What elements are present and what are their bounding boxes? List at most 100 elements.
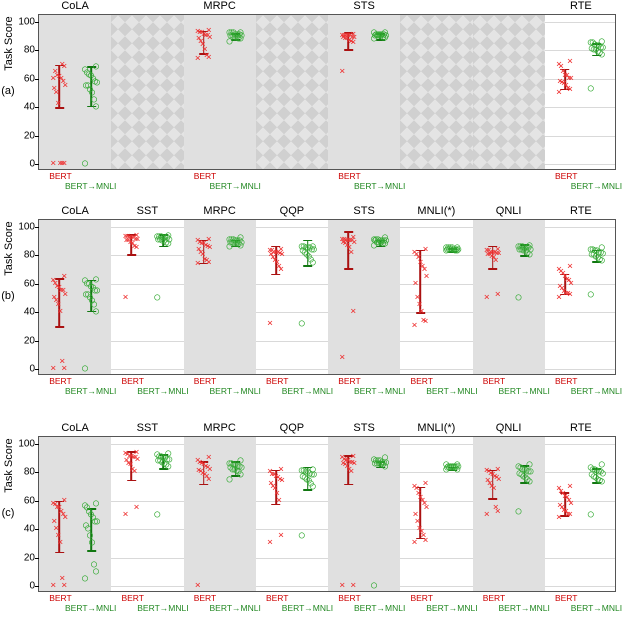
panel-b: Task Score020406080100CoLA××××××××××××××… xyxy=(38,219,616,375)
data-point: ○ xyxy=(453,244,461,252)
x-category-label: BERT→MNLI xyxy=(210,181,261,191)
data-point: × xyxy=(121,294,129,302)
data-point: ○ xyxy=(237,29,245,37)
x-category-label: BERT xyxy=(410,593,433,603)
data-point: ○ xyxy=(515,243,523,251)
x-category-label: BERT→MNLI xyxy=(354,386,405,396)
data-point: × xyxy=(494,466,502,474)
data-point: × xyxy=(410,249,418,257)
data-point: × xyxy=(338,582,346,590)
data-point: ○ xyxy=(226,236,234,244)
missing-task-hatch xyxy=(400,15,472,169)
x-category-label: BERT xyxy=(121,593,144,603)
task-title: RTE xyxy=(570,205,592,217)
x-category-label: BERT xyxy=(555,593,578,603)
y-tick: 40 xyxy=(13,307,35,318)
x-category-label: BERT xyxy=(555,376,578,386)
data-point: ○ xyxy=(153,233,161,241)
data-point: ○ xyxy=(81,365,89,373)
data-point: ○ xyxy=(370,236,378,244)
task-title: CoLA xyxy=(61,205,89,217)
data-point: ○ xyxy=(226,476,234,484)
data-point: × xyxy=(132,504,140,512)
y-tick: 60 xyxy=(13,278,35,289)
data-point: × xyxy=(411,280,419,288)
data-point: × xyxy=(60,497,68,505)
data-point: × xyxy=(205,454,213,462)
y-tick: 80 xyxy=(13,45,35,56)
data-point: × xyxy=(49,365,57,373)
data-point: × xyxy=(555,266,563,274)
data-point: × xyxy=(556,502,564,510)
data-point: × xyxy=(49,75,57,83)
data-point: ○ xyxy=(598,244,606,252)
data-point: ○ xyxy=(381,454,389,462)
data-point: × xyxy=(205,27,213,35)
data-point: ○ xyxy=(453,461,461,469)
data-point: × xyxy=(266,539,274,547)
task-title: QQP xyxy=(280,422,304,434)
task-title: QQP xyxy=(280,205,304,217)
data-point: × xyxy=(194,28,202,36)
x-category-label: BERT xyxy=(266,376,289,386)
x-category-label: BERT xyxy=(49,171,72,181)
data-point: × xyxy=(421,246,429,254)
data-point: × xyxy=(349,308,357,316)
data-point: × xyxy=(410,539,418,547)
data-point: ○ xyxy=(381,234,389,242)
missing-task-hatch xyxy=(111,15,183,169)
data-point: × xyxy=(50,85,58,93)
x-category-label: BERT→MNLI xyxy=(282,386,333,396)
data-point: × xyxy=(338,236,346,244)
data-point: ○ xyxy=(298,320,306,328)
x-category-label: BERT→MNLI xyxy=(282,603,333,613)
x-category-label: BERT xyxy=(338,376,361,386)
data-point: ○ xyxy=(587,85,595,93)
data-point: × xyxy=(349,31,357,39)
data-point: ○ xyxy=(164,232,172,240)
data-point: ○ xyxy=(153,451,161,459)
data-point: ○ xyxy=(526,461,534,469)
x-category-label: BERT→MNLI xyxy=(65,603,116,613)
x-category-label: BERT→MNLI xyxy=(426,603,477,613)
task-title: CoLA xyxy=(61,422,89,434)
x-category-label: BERT xyxy=(338,171,361,181)
data-point: × xyxy=(58,358,66,366)
data-point: ○ xyxy=(298,532,306,540)
data-point: × xyxy=(277,466,285,474)
x-category-label: BERT→MNLI xyxy=(571,603,622,613)
data-point: ○ xyxy=(587,291,595,299)
x-category-label: BERT xyxy=(49,593,72,603)
data-point: ○ xyxy=(587,39,595,47)
task-title: QNLI xyxy=(496,422,522,434)
data-point: ○ xyxy=(515,508,523,516)
data-point: ○ xyxy=(370,456,378,464)
missing-task-hatch xyxy=(256,15,328,169)
data-point: ○ xyxy=(237,234,245,242)
x-category-label: BERT→MNLI xyxy=(571,386,622,396)
data-point: ○ xyxy=(442,461,450,469)
task-title: STS xyxy=(353,422,374,434)
y-tick: 40 xyxy=(13,102,35,113)
task-title: MNLI(*) xyxy=(417,205,455,217)
task-title: CoLA xyxy=(61,0,89,12)
data-point: × xyxy=(555,89,563,97)
x-category-label: BERT→MNLI xyxy=(65,181,116,191)
data-point: ○ xyxy=(81,160,89,168)
data-point: ○ xyxy=(298,467,306,475)
data-point: × xyxy=(483,294,491,302)
data-point: × xyxy=(338,68,346,76)
data-point: × xyxy=(413,294,421,302)
x-category-label: BERT xyxy=(266,593,289,603)
data-point: × xyxy=(411,511,419,519)
x-category-label: BERT xyxy=(410,376,433,386)
data-point: × xyxy=(132,449,140,457)
x-category-label: BERT xyxy=(194,593,217,603)
y-tick: 20 xyxy=(13,552,35,563)
task-title: MRPC xyxy=(203,422,235,434)
data-point: ○ xyxy=(81,277,89,285)
data-point: × xyxy=(277,246,285,254)
data-point: ○ xyxy=(598,461,606,469)
y-tick: 0 xyxy=(13,363,35,374)
data-point: × xyxy=(566,58,574,66)
